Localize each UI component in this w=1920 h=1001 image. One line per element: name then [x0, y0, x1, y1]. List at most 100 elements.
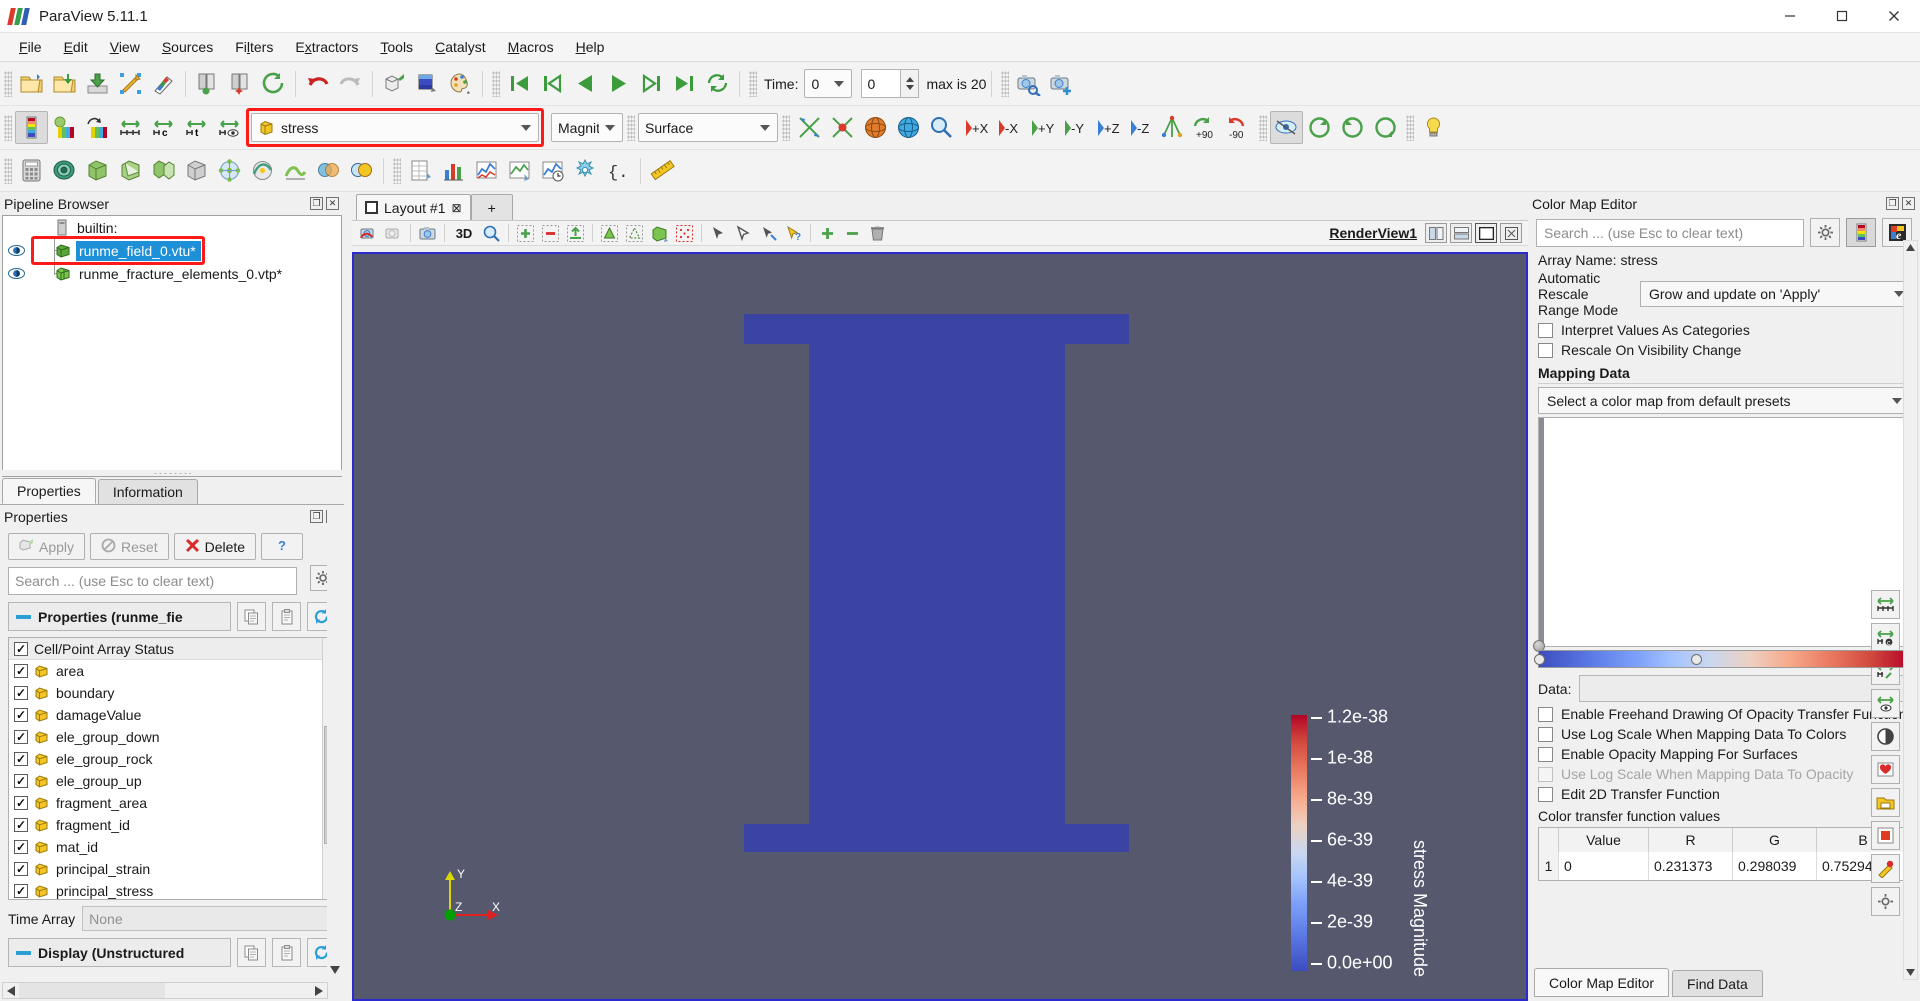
- plot-over-line-icon[interactable]: [470, 154, 503, 187]
- menu-tools[interactable]: Tools: [369, 36, 424, 58]
- cell-point-array-status-list[interactable]: ✓ Cell/Point Array Status ✓ area ✓ bound…: [8, 637, 336, 900]
- menu-view[interactable]: View: [99, 36, 151, 58]
- ctf-col-value[interactable]: Value: [1559, 828, 1649, 853]
- hover-cells-icon[interactable]: [706, 222, 731, 245]
- properties-hscroll-thumb[interactable]: [19, 983, 165, 998]
- save-preset-icon[interactable]: [1871, 788, 1900, 817]
- menu-catalyst[interactable]: Catalyst: [424, 36, 497, 58]
- rescale-mode-combo[interactable]: Grow and update on 'Apply': [1640, 281, 1912, 308]
- color-transfer-function-table[interactable]: Value R G B 1 0 0.231373 0.298039 0.7529…: [1538, 827, 1910, 882]
- properties-vertical-scrollbar[interactable]: [327, 505, 342, 977]
- array-checkbox[interactable]: ✓: [14, 664, 28, 678]
- properties-search-input[interactable]: Search ... (use Esc to clear text): [8, 567, 297, 595]
- save-state-icon[interactable]: [81, 67, 114, 100]
- new-layout-tab-button[interactable]: +: [470, 194, 513, 220]
- preset-combo[interactable]: Select a color map from default presets: [1538, 387, 1910, 415]
- render-view-name[interactable]: RenderView1: [1329, 225, 1417, 241]
- extract-points-icon[interactable]: [563, 222, 588, 245]
- array-row-ele-group-down[interactable]: ✓ ele_group_down: [9, 726, 335, 748]
- color-legend[interactable]: 1.2e-38 1e-38 8e-39 6e-39 4e-39 2e-39 0.…: [1291, 705, 1436, 985]
- chevron-down-icon[interactable]: [605, 124, 615, 131]
- ruler-icon[interactable]: [646, 154, 679, 187]
- time-index-input[interactable]: 0: [861, 69, 902, 98]
- extract-subset-icon[interactable]: [180, 154, 213, 187]
- freehand-checkbox[interactable]: [1538, 706, 1553, 722]
- toolbar-grip[interactable]: [4, 114, 12, 141]
- play-icon[interactable]: [602, 67, 635, 100]
- data-input[interactable]: [1579, 675, 1912, 703]
- rotate-90-ccw-icon[interactable]: -90: [1222, 111, 1255, 144]
- display-group-toggle[interactable]: Display (Unstructured: [8, 938, 231, 967]
- extract-level-icon[interactable]: [345, 154, 378, 187]
- save-data-icon[interactable]: [48, 67, 81, 100]
- toolbar-grip[interactable]: [1259, 114, 1267, 141]
- array-checkbox[interactable]: ✓: [14, 796, 28, 810]
- connect-icon[interactable]: [147, 67, 180, 100]
- open-file-icon[interactable]: [15, 67, 48, 100]
- rescale-over-time-icon[interactable]: t: [180, 111, 213, 144]
- time-index-stepper[interactable]: 0: [861, 69, 920, 98]
- plus-y-icon[interactable]: +Y: [1024, 111, 1057, 144]
- layout-tab-close-icon[interactable]: ⊠: [452, 201, 462, 215]
- zoom-region-icon[interactable]: [925, 111, 958, 144]
- redo-icon[interactable]: [334, 67, 367, 100]
- menu-help[interactable]: Help: [565, 36, 616, 58]
- rotate-90-cw-icon[interactable]: +90: [1189, 111, 1222, 144]
- plot-over-time-icon[interactable]: [536, 154, 569, 187]
- properties-group-toggle[interactable]: Properties (runme_fie: [8, 602, 231, 631]
- rescale-to-custom-range-icon[interactable]: c: [147, 111, 180, 144]
- scroll-down-arrow-icon[interactable]: [327, 963, 342, 977]
- toolbar-grip[interactable]: [782, 114, 790, 141]
- copy-icon[interactable]: [237, 938, 266, 967]
- calculator-icon[interactable]: [15, 154, 48, 187]
- visibility-eye-icon[interactable]: [7, 264, 26, 283]
- component-combo[interactable]: Magnitu: [551, 113, 623, 142]
- toolbar-grip[interactable]: [749, 70, 757, 97]
- paste-icon[interactable]: [272, 602, 301, 631]
- scroll-down-arrow-icon[interactable]: [1904, 966, 1917, 979]
- freehand-drawing-row[interactable]: Enable Freehand Drawing Of Opacity Trans…: [1528, 702, 1920, 722]
- paste-icon[interactable]: [272, 938, 301, 967]
- close-button[interactable]: [1868, 0, 1920, 33]
- delete-button[interactable]: Delete: [173, 533, 257, 560]
- color-palette-icon[interactable]: [444, 67, 477, 100]
- maximize-button[interactable]: [1816, 0, 1868, 33]
- cme-float-button[interactable]: ❐: [1886, 197, 1899, 210]
- array-row-ele-group-rock[interactable]: ✓ ele_group_rock: [9, 748, 335, 770]
- color-map-strip[interactable]: [1534, 650, 1914, 669]
- tab-find-data[interactable]: Find Data: [1672, 970, 1763, 997]
- array-row-fragment-id[interactable]: ✓ fragment_id: [9, 814, 335, 836]
- plus-z-icon[interactable]: +Z: [1090, 111, 1123, 144]
- zoom-closest-icon[interactable]: [892, 111, 925, 144]
- reset-rotation-icon[interactable]: [1336, 111, 1369, 144]
- interactive-select-icon[interactable]: [756, 222, 781, 245]
- reset-session-icon[interactable]: [257, 67, 290, 100]
- interpret-values-as-categories-row[interactable]: Interpret Values As Categories: [1528, 318, 1920, 338]
- panel-splitter[interactable]: [2, 470, 342, 476]
- sphere-widget-icon[interactable]: [859, 111, 892, 144]
- representation-combo[interactable]: Surface: [638, 113, 778, 142]
- array-checkbox[interactable]: ✓: [14, 774, 28, 788]
- ctf-cell-g[interactable]: 0.298039: [1733, 852, 1817, 881]
- undo-icon[interactable]: [301, 67, 334, 100]
- apply-button[interactable]: Apply: [8, 533, 86, 560]
- pipeline-item-runme-field[interactable]: runme_field_0.vtu*: [3, 236, 341, 265]
- array-row-damagevalue[interactable]: ✓ damageValue: [9, 704, 335, 726]
- array-checkbox[interactable]: ✓: [14, 730, 28, 744]
- log-scale-colors-row[interactable]: Use Log Scale When Mapping Data To Color…: [1528, 722, 1920, 742]
- array-row-area[interactable]: ✓ area: [9, 660, 335, 682]
- view-3d-toggle[interactable]: 3D: [449, 222, 479, 245]
- query-icon[interactable]: ?: [781, 222, 806, 245]
- zoom-to-box-icon[interactable]: [479, 222, 504, 245]
- loop-icon[interactable]: [701, 67, 734, 100]
- reset-camera-icon[interactable]: [826, 111, 859, 144]
- cme-close-button[interactable]: ✕: [1902, 197, 1915, 210]
- center-axes-icon[interactable]: [793, 111, 826, 144]
- toolbar-grip[interactable]: [492, 70, 500, 97]
- edit-color-map-icon[interactable]: [48, 111, 81, 144]
- opacity-mapping-checkbox[interactable]: [1538, 746, 1553, 762]
- time-array-value[interactable]: None: [82, 906, 336, 931]
- clear-selection-icon[interactable]: [865, 222, 890, 245]
- array-checkbox[interactable]: ✓: [14, 708, 28, 722]
- contour-icon[interactable]: [48, 154, 81, 187]
